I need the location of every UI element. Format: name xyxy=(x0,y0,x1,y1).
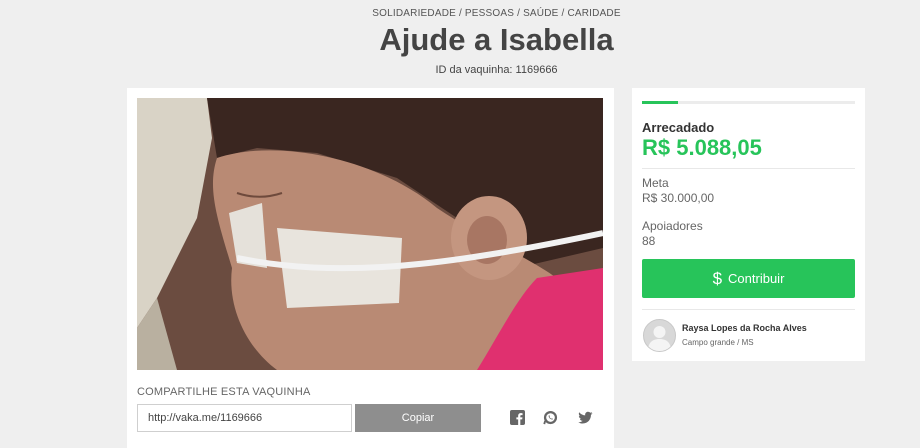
campaign-photo xyxy=(137,98,603,370)
twitter-icon[interactable] xyxy=(578,410,593,425)
goal-label: Meta xyxy=(642,176,669,190)
campaign-id: ID da vaquinha: 1169666 xyxy=(435,64,558,76)
backers-label: Apoiadores xyxy=(642,219,703,233)
contribute-label: Contribuir xyxy=(728,271,785,286)
goal-value: R$ 30.000,00 xyxy=(642,191,715,205)
share-url-input[interactable] xyxy=(137,404,352,432)
contribute-button[interactable]: $ Contribuir xyxy=(642,259,855,298)
campaign-photo-illustration xyxy=(137,98,603,370)
copy-button[interactable]: Copiar xyxy=(355,404,481,432)
backers-value: 88 xyxy=(642,234,656,248)
divider xyxy=(642,168,855,169)
progress-bar-fill xyxy=(642,101,679,104)
dollar-icon: $ xyxy=(712,268,723,288)
creator-location: Campo grande / MS xyxy=(682,338,754,347)
progress-bar xyxy=(642,101,855,104)
donation-panel: Arrecadado R$ 5.088,05 Meta R$ 30.000,00… xyxy=(632,88,865,361)
page-title: Ajude a Isabella xyxy=(379,22,614,57)
divider xyxy=(642,309,855,310)
whatsapp-icon[interactable] xyxy=(543,410,558,425)
avatar[interactable] xyxy=(643,319,676,352)
breadcrumb: SOLIDARIEDADE / PESSOAS / SAÚDE / CARIDA… xyxy=(372,8,621,19)
creator-name[interactable]: Raysa Lopes da Rocha Alves xyxy=(682,323,807,333)
share-row: Copiar xyxy=(137,404,603,432)
share-label: COMPARTILHE ESTA VAQUINHA xyxy=(137,386,311,398)
raised-value: R$ 5.088,05 xyxy=(642,135,762,160)
facebook-icon[interactable] xyxy=(510,410,525,425)
user-icon xyxy=(648,326,671,351)
campaign-card: COMPARTILHE ESTA VAQUINHA Copiar xyxy=(127,88,614,448)
raised-label: Arrecadado xyxy=(642,120,715,135)
